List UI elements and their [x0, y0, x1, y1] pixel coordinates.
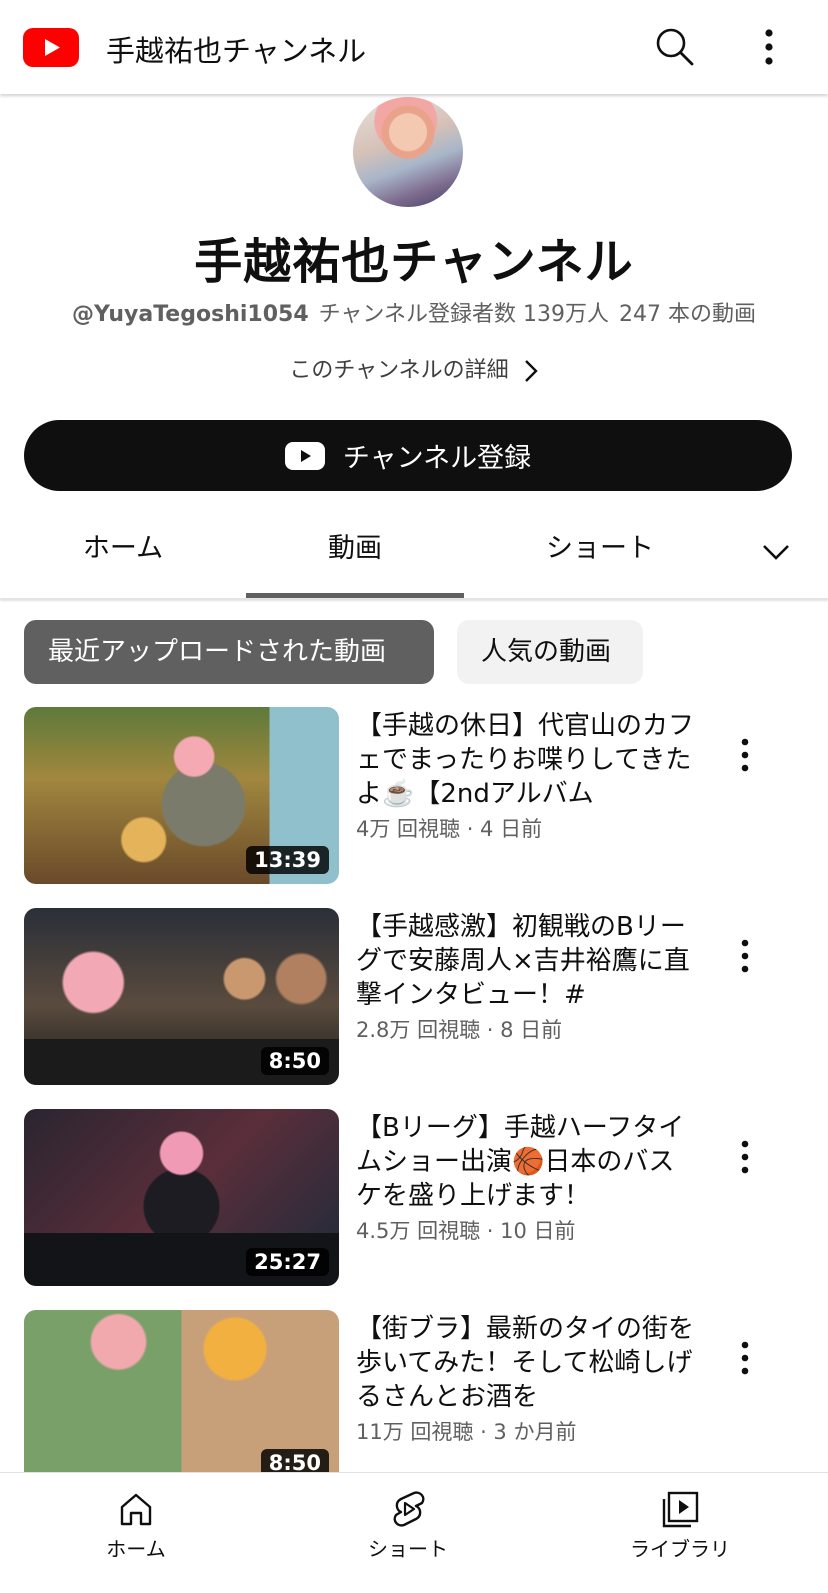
youtube-play-icon	[284, 441, 325, 470]
video-duration: 8:50	[260, 1047, 329, 1075]
channel-avatar	[353, 97, 463, 207]
video-more-icon[interactable]	[728, 936, 762, 976]
tab-shorts[interactable]: ショート	[520, 508, 680, 596]
tab-home[interactable]: ホーム	[60, 508, 186, 596]
video-thumbnail[interactable]: 8:50	[24, 1310, 339, 1487]
video-duration: 25:27	[246, 1248, 329, 1276]
video-thumbnail[interactable]: 8:50	[24, 908, 339, 1085]
search-icon[interactable]	[652, 24, 696, 68]
video-more-icon[interactable]	[728, 735, 762, 775]
chip-recent-uploads[interactable]: 最近アップロードされた動画	[24, 620, 434, 684]
video-title[interactable]: 【Bリーグ】手越ハーフタイムショー出演🏀日本のバスケを盛り上げます！	[356, 1111, 696, 1213]
nav-home[interactable]: ホーム	[66, 1473, 206, 1562]
video-meta: 2.8万 回視聴 · 8 日前	[356, 1018, 563, 1042]
video-more-icon[interactable]	[728, 1338, 762, 1378]
shorts-icon	[393, 1491, 425, 1527]
nav-library[interactable]: ライブラリ	[610, 1473, 750, 1562]
video-duration: 13:39	[246, 846, 329, 874]
nav-shorts[interactable]: ショート	[338, 1473, 478, 1562]
more-options-icon[interactable]	[750, 24, 788, 70]
channel-details-label: このチャンネルの詳細	[289, 358, 509, 383]
channel-name: 手越祐也チャンネル	[194, 234, 634, 290]
video-item[interactable]: 8:50 【街ブラ】最新のタイの街を歩いてみた！そして松崎しげるさんとお酒を 1…	[0, 1310, 828, 1490]
video-count: 247 本の動画	[618, 302, 756, 327]
video-item[interactable]: 13:39 【手越の休日】代官山のカフェでまったりお喋りしてきたよ☕️【2ndア…	[0, 707, 828, 887]
nav-home-label: ホーム	[106, 1537, 166, 1561]
chevron-down-icon[interactable]	[754, 530, 798, 574]
tab-videos[interactable]: 動画	[246, 508, 464, 598]
channel-handle: @YuyaTegoshi1054	[72, 302, 309, 327]
video-item[interactable]: 25:27 【Bリーグ】手越ハーフタイムショー出演🏀日本のバスケを盛り上げます！…	[0, 1109, 828, 1289]
video-thumbnail[interactable]: 13:39	[24, 707, 339, 884]
library-icon	[662, 1491, 699, 1528]
nav-shorts-label: ショート	[368, 1537, 448, 1561]
channel-meta: @YuyaTegoshi1054 チャンネル登録者数 139万人 247 本の動画	[0, 296, 828, 328]
youtube-logo-icon[interactable]	[23, 28, 79, 67]
top-app-bar: 手越祐也チャンネル	[0, 0, 828, 94]
chip-popular[interactable]: 人気の動画	[457, 620, 643, 684]
subscribe-button[interactable]: チャンネル登録	[24, 420, 792, 491]
video-title[interactable]: 【手越の休日】代官山のカフェでまったりお喋りしてきたよ☕️【2ndアルバム	[356, 709, 696, 811]
bottom-navigation: ホーム ショート ライブラリ	[0, 1472, 828, 1593]
video-more-icon[interactable]	[728, 1137, 762, 1177]
video-title[interactable]: 【街ブラ】最新のタイの街を歩いてみた！そして松崎しげるさんとお酒を	[356, 1312, 696, 1414]
video-meta: 4.5万 回視聴 · 10 日前	[356, 1219, 576, 1243]
video-meta: 4万 回視聴 · 4 日前	[356, 817, 543, 841]
channel-details-link[interactable]: このチャンネルの詳細	[0, 352, 828, 384]
video-item[interactable]: 8:50 【手越感激】初観戦のBリーグで安藤周人×吉井裕鷹に直撃インタビュー！#…	[0, 908, 828, 1088]
home-icon	[120, 1493, 152, 1526]
subscriber-count: チャンネル登録者数 139万人	[318, 302, 609, 327]
video-thumbnail[interactable]: 25:27	[24, 1109, 339, 1286]
nav-library-label: ライブラリ	[630, 1537, 730, 1561]
top-bar-title: 手越祐也チャンネル	[106, 34, 367, 68]
channel-tabs: ホーム 動画 ショート	[0, 508, 828, 599]
chevron-right-icon	[524, 360, 538, 382]
video-title[interactable]: 【手越感激】初観戦のBリーグで安藤周人×吉井裕鷹に直撃インタビュー！#	[356, 910, 696, 1012]
subscribe-label: チャンネル登録	[342, 443, 532, 474]
video-meta: 11万 回視聴 · 3 か月前	[356, 1420, 577, 1444]
